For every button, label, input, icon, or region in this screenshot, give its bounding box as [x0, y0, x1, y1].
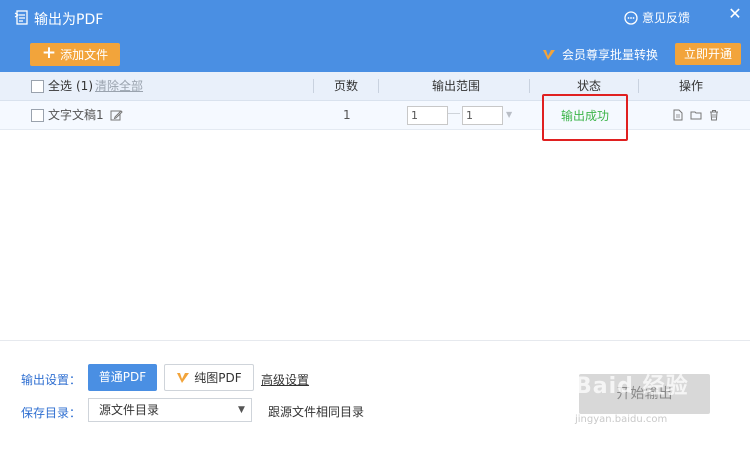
chevron-down-icon[interactable]: ▼	[238, 398, 250, 422]
pdf-export-icon	[14, 10, 28, 25]
save-dir-label: 保存目录：	[21, 406, 82, 420]
open-now-button[interactable]: 立即开通	[675, 43, 741, 65]
table-header: 全选 (1) 清除全部 页数 输出范围 状态 操作	[0, 72, 750, 101]
column-divider	[313, 79, 314, 93]
chat-bubble-icon	[624, 10, 638, 25]
vip-v-icon	[543, 49, 555, 60]
close-button[interactable]: ✕	[726, 5, 744, 23]
save-dir-select[interactable]: 源文件目录	[88, 398, 252, 422]
header-pages: 页数	[334, 79, 359, 93]
pure-pdf-label: 纯图PDF	[194, 371, 242, 385]
feedback-label: 意见反馈	[642, 11, 691, 25]
edit-icon[interactable]	[110, 109, 123, 122]
select-all-checkbox[interactable]	[31, 80, 44, 93]
vip-promo-text: 会员尊享批量转换	[562, 48, 659, 62]
range-to-input[interactable]: 1	[462, 106, 503, 125]
add-file-button[interactable]: + 添加文件	[30, 43, 120, 66]
select-count: (1)	[76, 79, 93, 93]
trash-icon[interactable]	[708, 109, 720, 121]
advanced-settings-link[interactable]: 高级设置	[261, 371, 309, 388]
watermark-logo: Baid 经验	[575, 374, 689, 399]
plus-icon: +	[41, 43, 57, 63]
folder-icon[interactable]	[690, 109, 702, 121]
row-checkbox[interactable]	[31, 109, 44, 122]
normal-pdf-button[interactable]: 普通PDF	[88, 364, 157, 391]
watermark-url: jingyan.baidu.com	[575, 414, 668, 425]
file-name: 文字文稿1	[48, 108, 104, 122]
column-divider	[529, 79, 530, 93]
range-separator	[448, 113, 460, 114]
page-count: 1	[343, 108, 351, 122]
vip-promo: 会员尊享批量转换	[542, 46, 658, 63]
status-success: 输出成功	[560, 109, 609, 123]
header-actions: 操作	[679, 79, 704, 93]
table-row[interactable]: 文字文稿1 1 1 1 ▼	[0, 101, 750, 130]
clear-all-link[interactable]: 清除全部	[95, 72, 143, 100]
vip-v-icon	[177, 372, 190, 383]
column-divider	[638, 79, 639, 93]
add-file-label: 添加文件	[60, 48, 109, 62]
save-dir-description: 跟源文件相同目录	[268, 405, 365, 419]
output-settings-label: 输出设置：	[21, 373, 82, 387]
range-dropdown-arrow-icon[interactable]: ▼	[506, 106, 512, 123]
window-title: 输出为PDF	[34, 12, 104, 28]
feedback-link[interactable]: 意见反馈	[624, 9, 690, 26]
range-from-input[interactable]: 1	[407, 106, 448, 125]
document-icon[interactable]	[672, 109, 684, 121]
pure-image-pdf-button[interactable]: 纯图PDF	[164, 364, 254, 391]
select-all-label: 全选	[48, 79, 73, 93]
header-range: 输出范围	[432, 79, 481, 93]
column-divider	[378, 79, 379, 93]
